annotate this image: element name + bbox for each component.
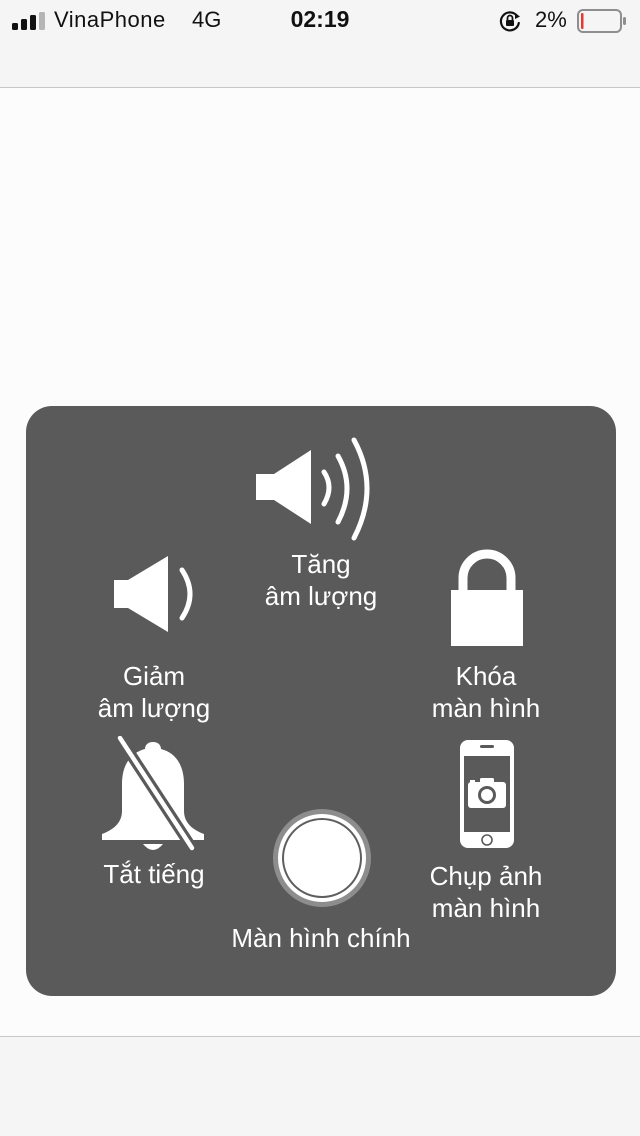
volume-up-label: Tăng âm lượng <box>264 549 378 611</box>
battery-icon <box>577 9 626 33</box>
volume-up-button[interactable]: Tăng âm lượng <box>236 428 406 618</box>
speaker-volume-down-icon <box>114 556 193 632</box>
volume-down-label: Giảm âm lượng <box>97 661 211 723</box>
home-button-icon <box>273 809 371 907</box>
phone-camera-icon <box>460 740 514 848</box>
screenshot-label: Chụp ảnh màn hình <box>429 861 543 923</box>
bottom-bar <box>0 1037 640 1136</box>
lock-screen-label: Khóa màn hình <box>431 661 541 723</box>
status-bar: VinaPhone 4G 02:19 2% <box>0 0 640 88</box>
bell-slash-icon <box>102 736 204 852</box>
mute-button[interactable]: Tắt tiếng <box>84 736 224 896</box>
battery-percentage: 2% <box>535 7 567 32</box>
lock-screen-button[interactable]: Khóa màn hình <box>406 544 566 734</box>
speaker-volume-up-icon <box>256 437 370 541</box>
screenshot-button[interactable]: Chụp ảnh màn hình <box>416 738 556 928</box>
volume-down-button[interactable]: Giảm âm lượng <box>66 554 242 734</box>
mute-label: Tắt tiếng <box>103 859 205 889</box>
lock-icon <box>451 549 523 646</box>
assistive-touch-menu: Tăng âm lượng Giảm âm lượng Khóa màn hìn… <box>26 406 616 996</box>
rotation-lock-icon <box>499 11 520 32</box>
home-label: Màn hình chính <box>231 923 411 953</box>
home-button[interactable]: Màn hình chính <box>216 806 426 966</box>
